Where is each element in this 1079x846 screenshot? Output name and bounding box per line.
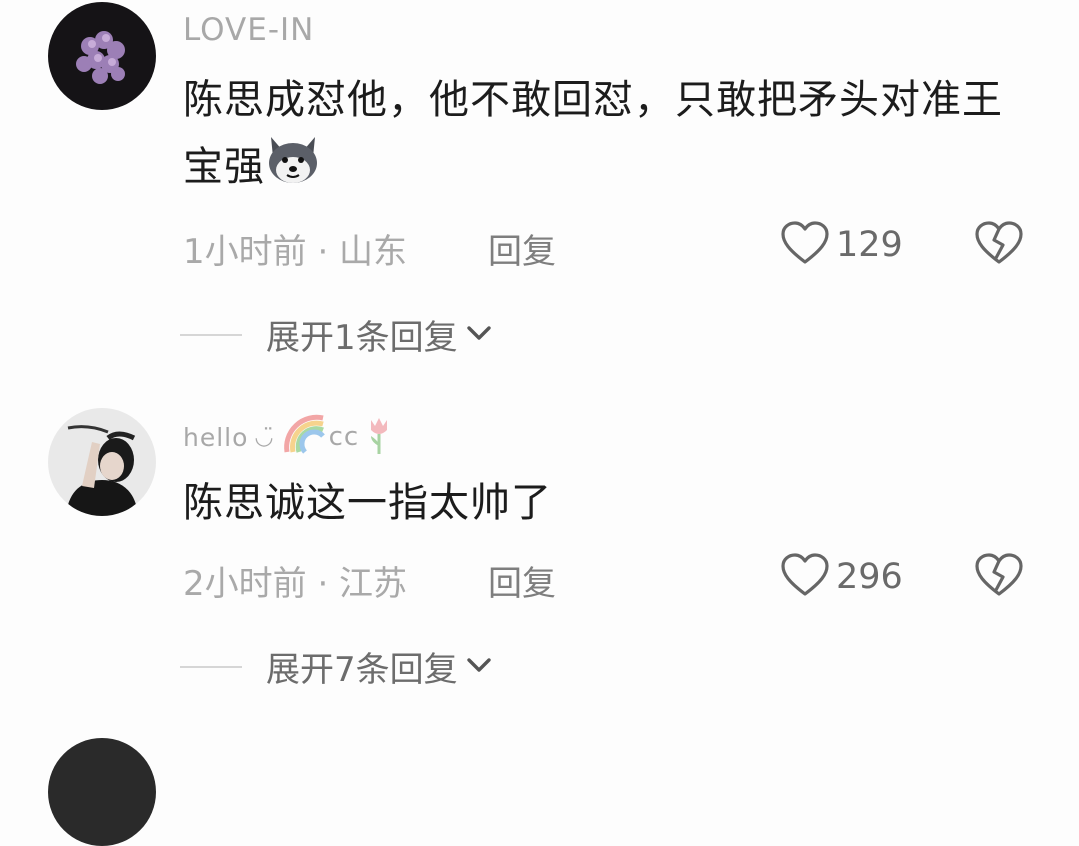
rainbow-icon <box>281 412 325 462</box>
heart-icon <box>780 552 830 602</box>
tulip-icon <box>365 412 393 462</box>
expand-replies-button[interactable]: 展开1条回复 <box>180 310 492 359</box>
chevron-down-icon <box>466 656 492 678</box>
username-prefix: hello <box>183 422 249 452</box>
like-button[interactable]: 129 <box>780 220 903 270</box>
comment-time-location: 1小时前 · 山东 <box>183 232 408 272</box>
broken-heart-icon <box>974 221 1024 270</box>
divider-line <box>180 333 242 336</box>
divider-line <box>180 665 242 668</box>
chevron-down-icon <box>466 324 492 346</box>
comment-time-location: 2小时前 · 江苏 <box>183 564 408 604</box>
broken-heart-icon <box>974 553 1024 602</box>
expand-replies-label: 展开1条回复 <box>266 318 458 358</box>
expand-replies-button[interactable]: 展开7条回复 <box>180 642 492 691</box>
avatar[interactable] <box>48 2 156 110</box>
expand-replies-label: 展开7条回复 <box>266 650 458 690</box>
like-count: 129 <box>836 225 903 265</box>
username-suffix: cc <box>328 422 360 452</box>
smile-icon: ◡̈ <box>254 424 275 450</box>
like-button[interactable]: 296 <box>780 552 903 602</box>
dislike-button[interactable] <box>974 220 1024 270</box>
username[interactable]: hello ◡̈ cc <box>183 412 393 462</box>
avatar[interactable] <box>48 738 156 846</box>
avatar[interactable] <box>48 408 156 516</box>
reply-button[interactable]: 回复 <box>488 224 556 273</box>
heart-icon <box>780 220 830 270</box>
comment-text: 陈思成怼他，他不敢回怼，只敢把矛头对准王宝强 <box>183 68 1023 205</box>
reply-button[interactable]: 回复 <box>488 556 556 605</box>
username[interactable]: LOVE-IN <box>183 12 314 48</box>
comment-text: 陈思诚这一指太帅了 <box>183 480 552 526</box>
dislike-button[interactable] <box>974 552 1024 602</box>
husky-dog-emoji <box>265 133 321 205</box>
like-count: 296 <box>836 557 903 597</box>
